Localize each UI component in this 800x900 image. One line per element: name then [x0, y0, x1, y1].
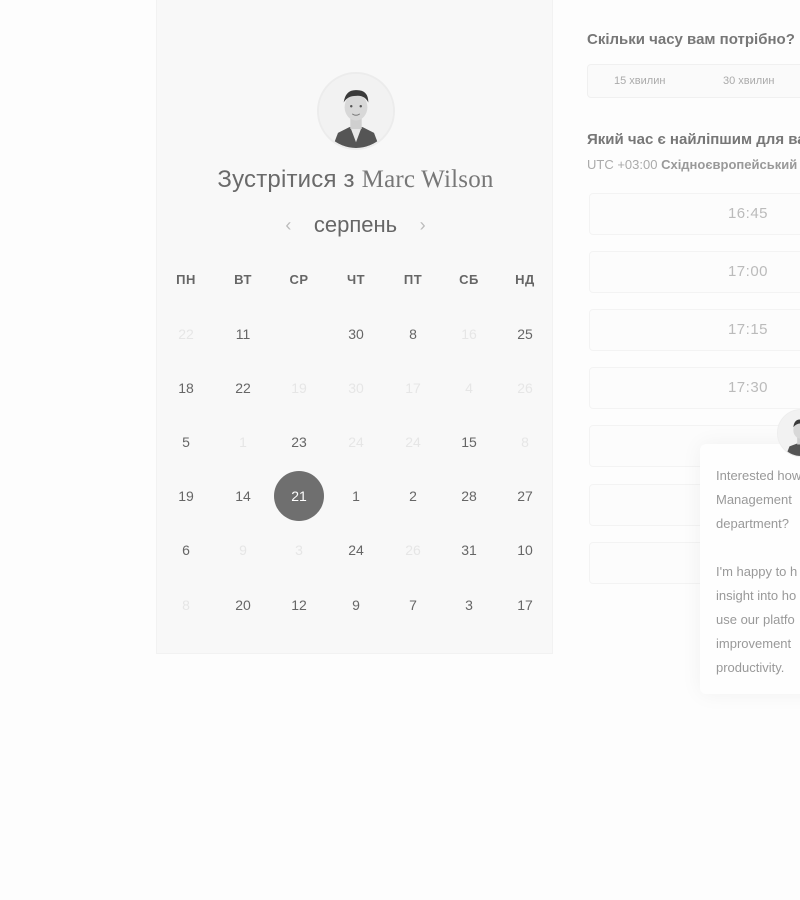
calendar-day: 22: [178, 326, 194, 342]
calendar-day[interactable]: 2: [388, 471, 438, 521]
calendar-day[interactable]: 12: [274, 580, 324, 630]
calendar-day: 4: [465, 380, 473, 396]
meeting-title: Зустрітися з Marc Wilson: [157, 166, 554, 194]
host-avatar: [317, 72, 395, 150]
weekday-label: ПН: [176, 272, 196, 287]
time-slot[interactable]: 17:00: [589, 251, 800, 293]
calendar-day[interactable]: 7: [388, 580, 438, 630]
calendar-day[interactable]: 17: [500, 580, 550, 630]
calendar-day: 8: [521, 434, 529, 450]
calendar-day[interactable]: 28: [444, 471, 494, 521]
calendar-day[interactable]: 18: [161, 363, 211, 413]
duration-option-15[interactable]: 15 хвилин: [614, 75, 665, 87]
calendar-day[interactable]: 9: [331, 580, 381, 630]
chat-message: Interested how Management department? I'…: [716, 464, 800, 680]
calendar-day[interactable]: 8: [388, 309, 438, 359]
calendar-day[interactable]: 27: [500, 471, 550, 521]
calendar-day[interactable]: 24: [331, 525, 381, 575]
calendar-day[interactable]: 19: [161, 471, 211, 521]
calendar-day: 24: [405, 434, 421, 450]
timezone-name: Східноєвропейський: [661, 157, 798, 172]
calendar-day: 17: [405, 380, 421, 396]
calendar-day[interactable]: 30: [331, 309, 381, 359]
calendar-day[interactable]: 11: [218, 309, 268, 359]
calendar-day[interactable]: 6: [161, 525, 211, 575]
calendar-day: 19: [291, 380, 307, 396]
weekday-label: СР: [289, 272, 309, 287]
calendar-day[interactable]: 15: [444, 417, 494, 467]
timezone-offset: UTC +03:00: [587, 157, 658, 172]
chat-paragraph-1: Interested how Management department?: [716, 468, 800, 531]
month-navigation: ‹ серпень ›: [157, 212, 554, 238]
duration-selector: 15 хвилин 30 хвилин: [587, 64, 800, 98]
calendar-day[interactable]: 22: [218, 363, 268, 413]
weekday-label: НД: [515, 272, 535, 287]
calendar-day[interactable]: 3: [444, 580, 494, 630]
time-slot[interactable]: 17:30: [589, 367, 800, 409]
calendar-day: 8: [182, 597, 190, 613]
calendar-day[interactable]: 14: [218, 471, 268, 521]
weekday-label: ЧТ: [346, 272, 366, 287]
calendar-day: 30: [348, 380, 364, 396]
weekday-label: ПТ: [403, 272, 423, 287]
calendar-day[interactable]: 1: [331, 471, 381, 521]
calendar-day[interactable]: 10: [500, 525, 550, 575]
host-name: Marc Wilson: [361, 166, 494, 193]
calendar-day: [274, 309, 324, 359]
chat-paragraph-2: I'm happy to h insight into ho use our p…: [716, 564, 798, 675]
calendar-day: 1: [239, 434, 247, 450]
calendar-day[interactable]: 5: [161, 417, 211, 467]
calendar-day: 24: [348, 434, 364, 450]
calendar-day[interactable]: 23: [274, 417, 324, 467]
timezone-label[interactable]: UTC +03:00 Східноєвропейський: [587, 157, 797, 172]
calendar-day: 3: [295, 542, 303, 558]
meeting-title-prefix: Зустрітися з: [217, 166, 355, 193]
calendar-day: 9: [239, 542, 247, 558]
time-question: Який час є найліпшим для вас?: [587, 131, 800, 148]
weekday-label: СБ: [459, 272, 479, 287]
next-month-icon[interactable]: ›: [408, 215, 438, 236]
calendar-day[interactable]: 25: [500, 309, 550, 359]
time-slot[interactable]: 16:45: [589, 193, 800, 235]
calendar-day: 16: [461, 326, 477, 342]
calendar-day[interactable]: 31: [444, 525, 494, 575]
calendar-day-selected[interactable]: 21: [274, 471, 324, 521]
time-slot[interactable]: 17:15: [589, 309, 800, 351]
current-month: серпень: [313, 212, 398, 237]
calendar-day: 26: [405, 542, 421, 558]
duration-question: Скільки часу вам потрібно?: [587, 31, 795, 48]
prev-month-icon[interactable]: ‹: [273, 215, 303, 236]
weekday-label: ВТ: [234, 272, 252, 287]
duration-option-30[interactable]: 30 хвилин: [723, 75, 774, 87]
calendar-panel: Зустрітися з Marc Wilson ‹ серпень › ПН В…: [156, 0, 553, 654]
calendar-day[interactable]: 20: [218, 580, 268, 630]
calendar-day: 26: [517, 380, 533, 396]
